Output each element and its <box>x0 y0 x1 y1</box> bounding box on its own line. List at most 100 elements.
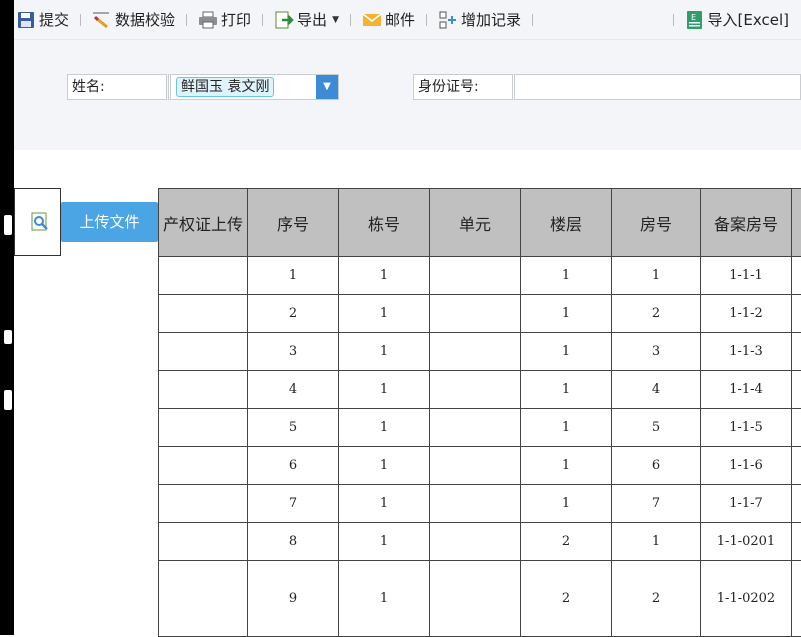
cell-record: 1-1-1 <box>701 257 792 295</box>
cell-record: 1-1-0201 <box>701 523 792 561</box>
cell-extra <box>792 561 801 637</box>
table-row: 71171-1-7 <box>159 485 801 523</box>
col-header-floor: 楼层 <box>521 189 612 257</box>
col-header-building: 栋号 <box>339 189 430 257</box>
import-excel-label: 导入[Excel] <box>708 9 789 30</box>
cell-building: 1 <box>339 485 430 523</box>
printer-icon <box>198 10 218 30</box>
email-button[interactable]: 邮件 <box>360 6 417 34</box>
cell-seq: 7 <box>248 485 339 523</box>
export-label: 导出 <box>297 9 327 30</box>
email-label: 邮件 <box>385 9 415 30</box>
cell-floor: 1 <box>521 295 612 333</box>
table-header-row: 产权证上传 序号 栋号 单元 楼层 房号 备案房号 <box>159 189 801 257</box>
table-row: 11111-1-1 <box>159 257 801 295</box>
cell-building: 1 <box>339 295 430 333</box>
col-header-cert-upload: 产权证上传 <box>159 189 248 257</box>
cell-building: 1 <box>339 447 430 485</box>
cell-floor: 1 <box>521 371 612 409</box>
separator <box>262 14 263 26</box>
edge-mark <box>4 215 12 235</box>
export-button[interactable]: 导出 ▼ <box>272 6 341 34</box>
add-record-button[interactable]: 增加记录 <box>436 6 523 34</box>
col-header-record-room: 备案房号 <box>701 189 792 257</box>
id-number-field[interactable] <box>512 74 801 100</box>
upload-file-button[interactable]: 上传文件 <box>61 202 158 242</box>
cell-room: 2 <box>612 295 701 333</box>
cell-room: 4 <box>612 371 701 409</box>
cell-extra <box>792 447 801 485</box>
add-row-icon <box>438 10 458 30</box>
separator <box>673 14 674 26</box>
table-row: 21121-1-2 <box>159 295 801 333</box>
import-excel-button[interactable]: E 导入[Excel] <box>683 6 791 34</box>
toolbar: 提交 数据校验 打印 导出 ▼ 邮件 增加记录 <box>14 0 801 40</box>
cert-upload-cell[interactable] <box>159 447 248 485</box>
cell-extra <box>792 523 801 561</box>
cell-record: 1-1-2 <box>701 295 792 333</box>
cert-upload-cell[interactable] <box>159 523 248 561</box>
cell-extra <box>792 257 801 295</box>
cell-unit <box>430 523 521 561</box>
cell-unit <box>430 409 521 447</box>
cell-record: 1-1-0202 <box>701 561 792 637</box>
cell-extra <box>792 333 801 371</box>
edge-mark <box>4 390 12 410</box>
cell-floor: 1 <box>521 333 612 371</box>
cell-unit <box>430 295 521 333</box>
validate-button[interactable]: 数据校验 <box>90 6 177 34</box>
col-header-seq: 序号 <box>248 189 339 257</box>
cell-building: 1 <box>339 561 430 637</box>
cell-building: 1 <box>339 371 430 409</box>
submit-label: 提交 <box>39 9 69 30</box>
cell-seq: 6 <box>248 447 339 485</box>
cert-upload-cell[interactable] <box>159 409 248 447</box>
table-row: 31131-1-3 <box>159 333 801 371</box>
print-button[interactable]: 打印 <box>196 6 253 34</box>
cell-floor: 1 <box>521 257 612 295</box>
cell-room: 7 <box>612 485 701 523</box>
name-chip[interactable]: 鲜国玉 袁文刚 <box>176 77 274 97</box>
table-row: 41141-1-4 <box>159 371 801 409</box>
cell-room: 1 <box>612 257 701 295</box>
cell-building: 1 <box>339 333 430 371</box>
separator <box>532 14 533 26</box>
separator <box>426 14 427 26</box>
cell-seq: 4 <box>248 371 339 409</box>
cell-seq: 8 <box>248 523 339 561</box>
cert-upload-cell[interactable] <box>159 295 248 333</box>
cell-floor: 2 <box>521 523 612 561</box>
cert-upload-cell[interactable] <box>159 485 248 523</box>
col-header-extra <box>792 189 801 257</box>
cell-floor: 1 <box>521 447 612 485</box>
cell-record: 1-1-5 <box>701 409 792 447</box>
cert-upload-cell[interactable] <box>159 257 248 295</box>
file-preview-button[interactable] <box>14 188 61 256</box>
cell-floor: 1 <box>521 409 612 447</box>
cert-upload-cell[interactable] <box>159 371 248 409</box>
name-select[interactable]: 鲜国玉 袁文刚 ▼ <box>168 74 339 100</box>
cell-extra <box>792 409 801 447</box>
cell-unit <box>430 561 521 637</box>
dropdown-arrow-icon[interactable]: ▼ <box>316 75 338 99</box>
cell-building: 1 <box>339 257 430 295</box>
cert-upload-cell[interactable] <box>159 561 248 637</box>
cell-unit <box>430 257 521 295</box>
cell-seq: 5 <box>248 409 339 447</box>
cell-room: 3 <box>612 333 701 371</box>
col-header-room: 房号 <box>612 189 701 257</box>
submit-button[interactable]: 提交 <box>14 6 71 34</box>
cell-building: 1 <box>339 409 430 447</box>
cell-room: 6 <box>612 447 701 485</box>
cell-extra <box>792 371 801 409</box>
cell-extra <box>792 295 801 333</box>
id-label: 身份证号: <box>413 74 513 100</box>
export-icon <box>274 10 294 30</box>
cell-record: 1-1-4 <box>701 371 792 409</box>
mail-icon <box>362 10 382 30</box>
cell-room: 2 <box>612 561 701 637</box>
cert-upload-cell[interactable] <box>159 333 248 371</box>
cell-seq: 9 <box>248 561 339 637</box>
separator <box>350 14 351 26</box>
cell-unit <box>430 485 521 523</box>
